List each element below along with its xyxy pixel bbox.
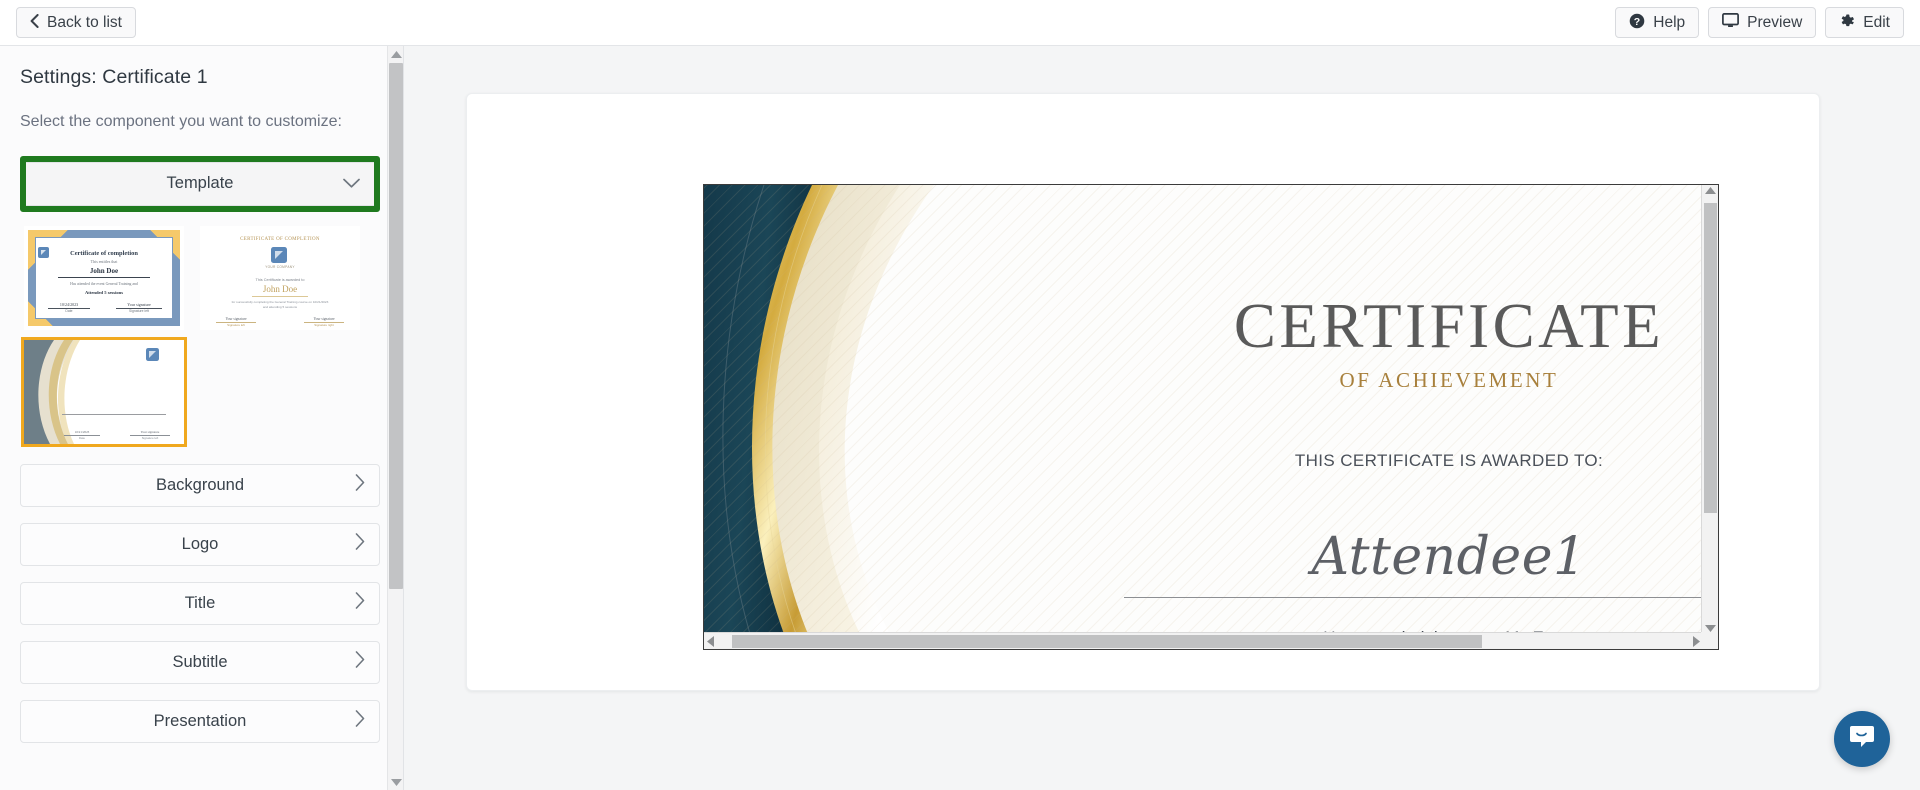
thumb-3-date-label: Date: [79, 435, 85, 440]
help-label: Help: [1653, 13, 1686, 31]
thumb-1-date-label: Date: [65, 308, 73, 313]
certificate-name-rule: [1124, 597, 1703, 598]
thumb-1-sig-sub: Signature left: [129, 308, 149, 313]
thumb-1-rule: [58, 276, 150, 278]
triangle-up-icon[interactable]: [388, 46, 403, 62]
triangle-up-icon[interactable]: [1705, 187, 1716, 194]
thumb-1-line3: Attended 5 sessions: [84, 289, 124, 295]
sidebar-item-label: Subtitle: [172, 652, 228, 671]
scrollbar-corner: [1701, 632, 1718, 649]
edit-button[interactable]: Edit: [1825, 7, 1904, 38]
question-circle-icon: ?: [1629, 13, 1645, 33]
sidebar-item-label: Background: [155, 475, 245, 494]
chevron-right-icon: [355, 592, 365, 614]
thumb-1-title: Certificate of completion: [70, 249, 138, 257]
certificate-horizontal-scrollbar[interactable]: [704, 632, 1703, 649]
preview-button[interactable]: Preview: [1708, 7, 1817, 38]
certificate-recipient-name: Attendee1: [1311, 527, 1587, 587]
thumb-3-rule: [62, 413, 166, 415]
thumb-2-sig-left: Your signature: [225, 316, 247, 321]
preview-area: Your Company Logo Here CERTIFICATE OF AC…: [404, 46, 1920, 790]
certificate-scroll-area: Your Company Logo Here CERTIFICATE OF AC…: [704, 185, 1703, 634]
thumb-2-name: John Doe: [262, 283, 298, 294]
top-toolbar: Back to list ? Help Preview Edit: [0, 0, 1920, 46]
certificate-viewport: Your Company Logo Here CERTIFICATE OF AC…: [703, 184, 1719, 650]
preview-label: Preview: [1747, 13, 1803, 31]
thumb-1-name: John Doe: [89, 266, 119, 275]
sidebar-scrollbar[interactable]: [387, 46, 403, 790]
certificate-text-block: CERTIFICATE OF ACHIEVEMENT THIS CERTIFIC…: [994, 185, 1703, 634]
chevron-right-icon: [355, 533, 365, 555]
template-section-highlight: Template: [20, 155, 380, 212]
sidebar-item-template[interactable]: Template: [26, 161, 374, 206]
template-thumbnail-gold-curve[interactable]: CERTIFICATE OF ACHIEVEMENT THIS CERTIFIC…: [21, 336, 187, 447]
certificate-vertical-scrollbar-thumb[interactable]: [1704, 203, 1717, 513]
thumb-3-art: [24, 339, 184, 444]
thumb-3-date: 10/21/2023: [74, 429, 90, 434]
help-button[interactable]: ? Help: [1615, 7, 1700, 38]
thumb-2-line3: and attending 5 sessions: [262, 304, 298, 309]
sidebar-item-subtitle[interactable]: Subtitle: [20, 640, 380, 684]
sidebar-scrollbar-thumb[interactable]: [389, 63, 403, 589]
certificate-subtitle: OF ACHIEVEMENT: [1339, 368, 1559, 392]
thumb-1-date: 10/24/2023: [59, 301, 79, 307]
monitor-icon: [1722, 13, 1740, 32]
certificate-horizontal-scrollbar-thumb[interactable]: [732, 635, 1482, 648]
chevron-right-icon: [355, 710, 365, 732]
gear-icon: [1839, 13, 1855, 33]
sidebar-item-logo[interactable]: Logo: [20, 522, 380, 566]
thumb-2-rule: [252, 295, 308, 297]
thumb-1-sig: Your signature: [127, 301, 151, 307]
settings-sidebar: Settings: Certificate 1 Select the compo…: [0, 46, 404, 790]
sidebar-item-label: Template: [166, 174, 234, 193]
certificate-title: CERTIFICATE: [1233, 291, 1665, 361]
thumb-1-art: [38, 246, 49, 258]
triangle-right-icon[interactable]: [1693, 636, 1700, 647]
sidebar-item-title[interactable]: Title: [20, 581, 380, 625]
template-thumbnail-grid: Certificate of completion This entitles …: [21, 225, 360, 447]
thumb-2-line2: for successfully completing the General …: [231, 299, 329, 304]
intercom-launcher-button[interactable]: [1834, 711, 1890, 767]
chevron-right-icon: [355, 474, 365, 496]
preview-card: Your Company Logo Here CERTIFICATE OF AC…: [466, 93, 1820, 691]
back-to-list-button[interactable]: Back to list: [16, 7, 136, 38]
thumb-2-sig-left-sub: Signature left: [227, 322, 245, 327]
workspace: Settings: Certificate 1 Select the compo…: [0, 46, 1920, 790]
triangle-down-icon[interactable]: [388, 774, 403, 790]
back-to-list-label: Back to list: [47, 13, 122, 31]
thumb-3-sig-sub: Signature left: [141, 435, 159, 440]
certificate-vertical-scrollbar[interactable]: [1701, 185, 1718, 634]
sidebar-item-label: Presentation: [153, 711, 247, 730]
thumb-3-sig: Your signature: [140, 429, 160, 434]
toolbar-actions: ? Help Preview Edit: [1615, 7, 1904, 38]
triangle-down-icon[interactable]: [1705, 625, 1716, 632]
svg-text:?: ?: [1634, 16, 1640, 28]
chevron-right-icon: [355, 651, 365, 673]
page-title: Settings: Certificate 1: [20, 66, 208, 88]
triangle-left-icon[interactable]: [707, 636, 714, 647]
thumb-2-line1: This Certificate is awarded to: [255, 277, 305, 282]
template-thumbnail-minimal[interactable]: CERTIFICATE OF COMPLETION YOUR COMPANY T…: [200, 225, 360, 330]
certificate-awarded-label: THIS CERTIFICATE IS AWARDED TO:: [1294, 451, 1604, 470]
thumb-2-sig-right: Your signature: [313, 316, 335, 321]
chevron-down-icon: [343, 174, 360, 193]
sidebar-item-label: Logo: [181, 534, 219, 553]
thumb-2-logo-caption: YOUR COMPANY: [265, 264, 295, 269]
template-thumbnail-blue-gold[interactable]: Certificate of completion This entitles …: [24, 225, 184, 330]
edit-label: Edit: [1863, 13, 1890, 31]
sidebar-item-presentation[interactable]: Presentation: [20, 699, 380, 743]
sidebar-item-background[interactable]: Background: [20, 463, 380, 507]
sidebar-content: Settings: Certificate 1 Select the compo…: [0, 46, 403, 743]
sidebar-instruction: Select the component you want to customi…: [20, 113, 342, 130]
sidebar-item-label: Title: [184, 593, 216, 612]
chevron-left-icon: [30, 13, 39, 32]
thumb-1-line1: This entitles that: [90, 258, 118, 264]
chat-bubble-smile-icon: [1849, 724, 1875, 754]
thumb-2-sig-right-sub: Signature right: [314, 322, 334, 327]
thumb-1-line2: Has attended the event General Training …: [70, 281, 138, 286]
certificate-document: Your Company Logo Here CERTIFICATE OF AC…: [704, 185, 1703, 634]
